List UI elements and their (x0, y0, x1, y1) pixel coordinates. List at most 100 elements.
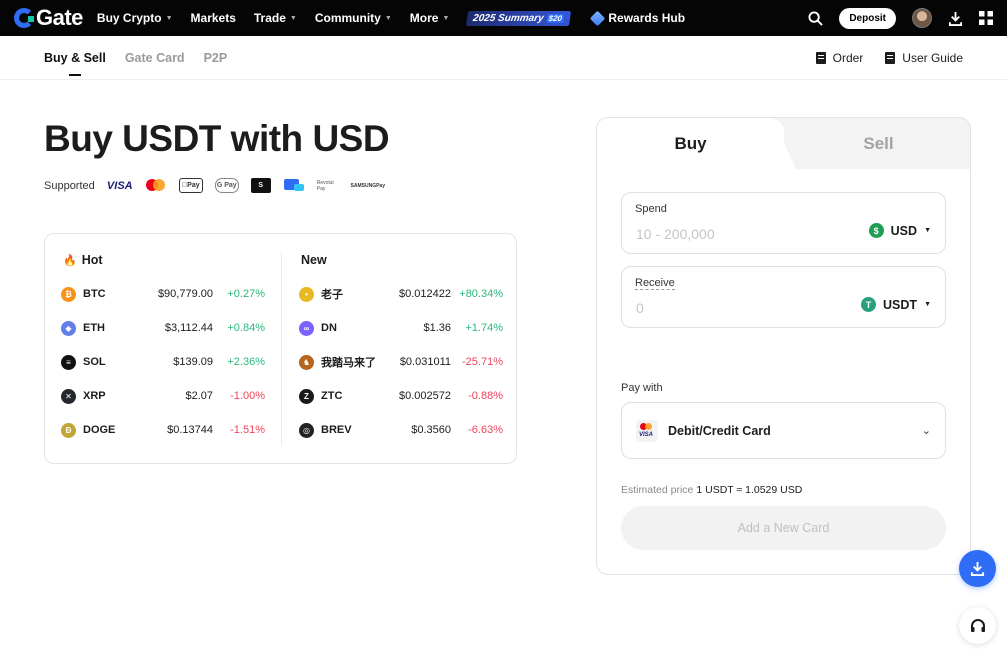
floating-download-button[interactable] (959, 550, 996, 587)
receive-input[interactable]: 0 (636, 300, 644, 316)
market-row[interactable]: ♞ 我踏马来了 $0.031011 -25.71% (299, 353, 503, 371)
estimated-price: Estimated price 1 USDT ≈ 1.0529 USD (621, 484, 802, 496)
coin-icon: Z (299, 388, 314, 404)
coin-change: +0.84% (227, 322, 265, 334)
user-guide-label: User Guide (902, 50, 963, 65)
apple-pay-logo: Pay (178, 178, 203, 193)
search-icon[interactable] (808, 10, 824, 26)
coin-change: +0.27% (227, 288, 265, 300)
tab-buy[interactable]: Buy (597, 118, 784, 169)
estimated-price-value: 1 USDT ≈ 1.0529 USD (696, 484, 803, 496)
market-row[interactable]: • 老子 $0.012422 +80.34% (299, 285, 503, 303)
floating-support-button[interactable] (959, 607, 996, 644)
nav-label: Trade (253, 11, 286, 25)
google-pay-logo: G Pay (214, 178, 239, 193)
summary-badge: $20 (546, 13, 565, 23)
nav-buy-crypto[interactable]: Buy Crypto ▼ (97, 11, 173, 25)
coin-symbol: 我踏马来了 (321, 357, 376, 369)
deposit-button[interactable]: Deposit (839, 7, 896, 29)
nav-label: Community (314, 11, 381, 25)
trade-tabs: Buy Sell (597, 118, 970, 169)
gate-logo[interactable]: Gate (14, 5, 83, 31)
user-guide-link[interactable]: User Guide (885, 51, 963, 65)
coin-change: -0.88% (468, 390, 503, 402)
grid-icon[interactable] (979, 11, 993, 25)
nav-more[interactable]: More ▼ (410, 11, 450, 25)
nav-community[interactable]: Community ▼ (315, 11, 392, 25)
spend-currency-label: USD (890, 223, 918, 238)
market-row[interactable]: ◆ ETH $3,112.44 +0.84% (61, 319, 265, 337)
sub-right-group: Order User Guide (815, 51, 963, 65)
apple-pay-text: Pay (184, 182, 199, 189)
cube-icon (590, 10, 606, 26)
coin-change: +80.34% (459, 288, 503, 300)
market-row[interactable]: Z ZTC $0.002572 -0.88% (299, 387, 503, 405)
samsung-text-1: SAMSUNG (350, 182, 377, 189)
caret-down-icon: ▼ (165, 14, 173, 22)
logo-text: Gate (36, 5, 83, 30)
payment-method-label: Debit/Credit Card (668, 423, 771, 438)
order-link[interactable]: Order (815, 51, 863, 65)
market-row[interactable]: ₿ BTC $90,779.00 +0.27% (61, 285, 265, 303)
coin-change: -6.63% (468, 424, 503, 436)
download-icon[interactable] (948, 11, 963, 26)
summary-banner[interactable]: 2025 Summary $20 (466, 10, 572, 26)
add-new-card-button[interactable]: Add a New Card (621, 506, 946, 550)
market-row[interactable]: ◎ BREV $0.3560 -6.63% (299, 421, 503, 439)
tab-gate-card[interactable]: Gate Card (125, 51, 185, 65)
receive-field[interactable]: Receive 0 T USDT ▼ (621, 266, 946, 328)
bank-transfer-logo (283, 178, 305, 193)
avatar[interactable] (912, 8, 932, 28)
market-row[interactable]: ✕ XRP $2.07 -1.00% (61, 387, 265, 405)
coin-icon: ◎ (299, 422, 314, 438)
tab-sell[interactable]: Sell (785, 118, 970, 169)
rewards-label: Rewards Hub (608, 11, 686, 25)
samsung-text-2: Pay (376, 182, 385, 189)
tab-buy-and-sell[interactable]: Buy & Sell (44, 51, 106, 76)
top-navbar: Gate Buy Crypto ▼ Markets Trade ▼ Communit… (0, 0, 1007, 36)
nav-label: More (409, 11, 439, 25)
coin-change: -1.51% (230, 424, 265, 436)
spend-currency-select[interactable]: $ USD ▼ (868, 223, 931, 238)
coin-icon: ∞ (299, 320, 314, 336)
order-icon (815, 51, 826, 64)
market-row[interactable]: ∞ DN $1.36 +1.74% (299, 319, 503, 337)
coin-icon: ◆ (61, 320, 76, 336)
coin-price: $139.09 (173, 356, 213, 368)
payment-method-select[interactable]: VISA Debit/Credit Card ⌄ (621, 402, 946, 459)
page-title: Buy USDT with USD (44, 118, 390, 159)
coin-symbol: XRP (83, 390, 106, 402)
nav-trade[interactable]: Trade ▼ (254, 11, 297, 25)
coin-price: $0.031011 (399, 356, 451, 368)
book-icon (885, 51, 896, 64)
coin-icon: ₿ (61, 286, 76, 302)
coin-price: $0.13744 (167, 424, 213, 436)
chevron-down-icon: ⌄ (921, 425, 931, 437)
market-row[interactable]: ≡ SOL $139.09 +2.36% (61, 353, 265, 371)
samsung-pay-logo: SAMSUNG Pay (351, 178, 385, 193)
trade-panel: Buy Sell Spend 10 - 200,000 $ USD ▼ Rece… (596, 117, 971, 575)
nav-right-group: Deposit (808, 7, 993, 29)
fire-icon: 🔥 (63, 254, 77, 267)
column-divider (281, 252, 282, 446)
coin-icon: ♞ (299, 354, 314, 370)
receive-currency-select[interactable]: T USDT ▼ (861, 297, 931, 312)
caret-down-icon: ▼ (289, 14, 297, 22)
coin-icon: Ð (61, 422, 76, 438)
coin-symbol: DN (321, 322, 337, 334)
sub-navbar: Buy & Sell Gate Card P2P Order User Guid… (0, 36, 1007, 80)
spend-field[interactable]: Spend 10 - 200,000 $ USD ▼ (621, 192, 946, 254)
card-icon: VISA (636, 419, 658, 442)
coin-price: $3,112.44 (164, 322, 213, 334)
coin-price: $0.012422 (399, 288, 451, 300)
spend-input[interactable]: 10 - 200,000 (636, 226, 715, 242)
rewards-hub-link[interactable]: Rewards Hub (590, 10, 686, 26)
tab-p2p[interactable]: P2P (204, 51, 228, 65)
market-row[interactable]: Ð DOGE $0.13744 -1.51% (61, 421, 265, 439)
coin-change: +2.36% (227, 356, 265, 368)
nav-markets[interactable]: Markets (191, 11, 236, 25)
coin-icon: ≡ (61, 354, 76, 370)
download-icon (970, 561, 985, 576)
coin-price: $0.002572 (399, 390, 451, 402)
coin-price: $2.07 (185, 390, 213, 402)
